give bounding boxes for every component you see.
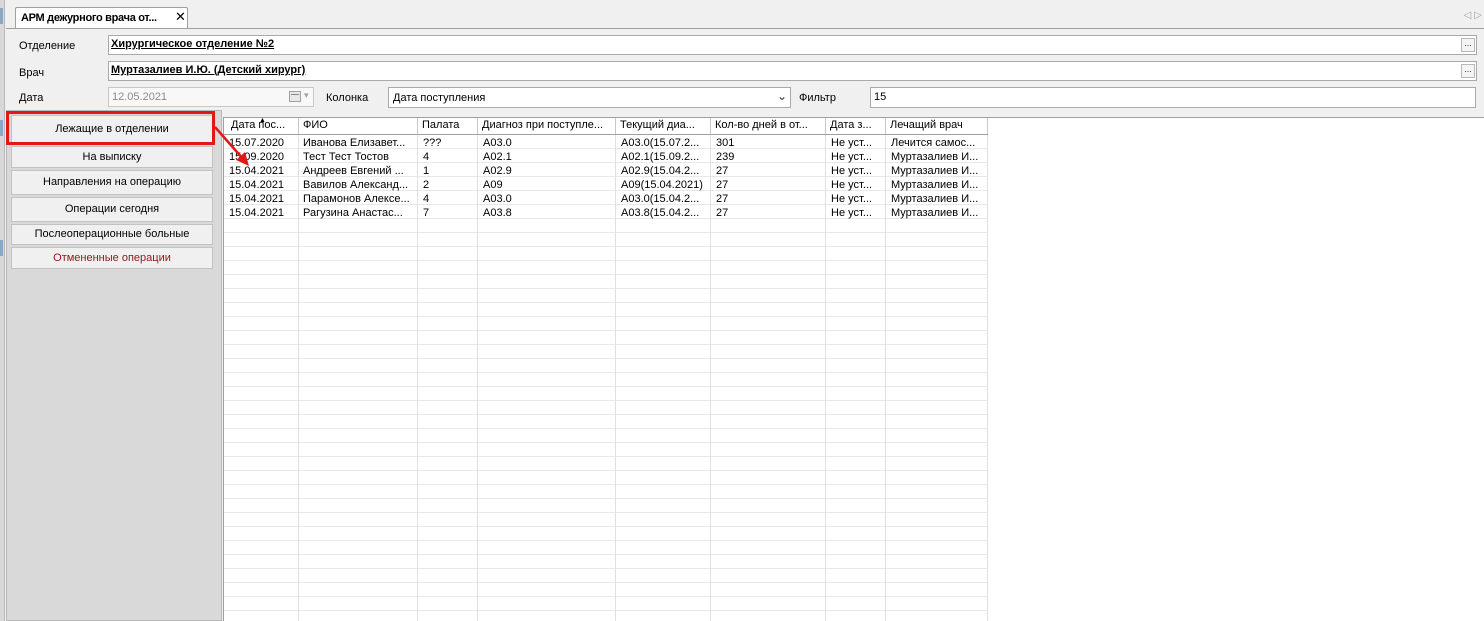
table-cell: ???	[423, 137, 442, 149]
filter-input[interactable]: 15	[870, 87, 1476, 108]
table-cell: 15.04.2021	[229, 207, 285, 219]
tab-title: АРМ дежурного врача от...	[21, 12, 157, 24]
table-cell: 239	[716, 151, 735, 163]
table-cell: 27	[716, 193, 729, 205]
sort-arrow-icon: ▲	[259, 117, 266, 124]
doctor-value: Муртазалиев И.Ю. (Детский хирург)	[111, 64, 306, 76]
table-cell: Иванова Елизавет...	[303, 137, 406, 149]
table-cell: Тест Тест Тостов	[303, 151, 389, 163]
calendar-icon[interactable]	[289, 91, 301, 102]
table-cell: Андреев Евгений ...	[303, 165, 404, 177]
table-cell: Парамонов Алексе...	[303, 193, 410, 205]
table-cell: A03.8	[483, 207, 512, 219]
table-cell: A03.0	[483, 137, 512, 149]
column-header-current-diagnosis[interactable]: Текущий диа...	[620, 119, 709, 134]
department-value: Хирургическое отделение №2	[111, 38, 275, 50]
table-cell: A03.8(15.04.2...	[621, 207, 700, 219]
table-cell: 27	[716, 179, 729, 191]
table-cell: Муртазалиев И...	[891, 193, 979, 205]
table-cell: Лечится самос...	[891, 137, 976, 149]
table-cell: 15.07.2020	[229, 137, 285, 149]
department-lookup-button[interactable]: ...	[1461, 38, 1475, 52]
table-cell: A03.0(15.07.2...	[621, 137, 700, 149]
table-cell: 4	[423, 193, 430, 205]
patients-grid[interactable]: Дата пос... ▲ ФИО Палата Диагноз при пос…	[223, 117, 1484, 621]
tab-bar: АРМ дежурного врача от... ✕ ◁ ▷	[6, 4, 1484, 29]
date-value: 12.05.2021	[112, 91, 168, 103]
table-cell: Не уст...	[831, 165, 872, 177]
table-cell: 27	[716, 165, 729, 177]
table-cell: A02.9(15.04.2...	[621, 165, 700, 177]
doctor-field[interactable]: Муртазалиев И.Ю. (Детский хирург) ...	[108, 61, 1477, 81]
filter-label: Фильтр	[799, 92, 836, 104]
table-cell: A02.1	[483, 151, 512, 163]
nav-button-inpatients[interactable]: Лежащие в отделении	[11, 115, 213, 144]
close-icon[interactable]: ✕	[175, 9, 186, 25]
table-cell: 301	[716, 137, 735, 149]
column-select-value: Дата поступления	[393, 92, 486, 104]
tab-duty-doctor[interactable]: АРМ дежурного врача от... ✕	[15, 7, 188, 28]
chevron-left-icon[interactable]: ◁	[1464, 10, 1472, 21]
nav-button-cancelled-surgeries[interactable]: Отмененные операции	[11, 247, 213, 269]
date-label: Дата	[19, 92, 44, 104]
table-cell: A03.0(15.04.2...	[621, 193, 700, 205]
table-cell: Не уст...	[831, 137, 872, 149]
department-label: Отделение	[19, 40, 76, 52]
nav-button-postop-patients[interactable]: Послеоперационные больные	[11, 224, 213, 245]
table-cell: Не уст...	[831, 193, 872, 205]
doctor-lookup-button[interactable]: ...	[1461, 64, 1475, 78]
table-cell: A03.0	[483, 193, 512, 205]
column-header-days-in-department[interactable]: Кол-во дней в от...	[715, 119, 824, 134]
tab-scroll-arrows[interactable]: ◁ ▷	[1461, 10, 1482, 21]
table-cell: 1	[423, 165, 430, 177]
table-cell: Не уст...	[831, 207, 872, 219]
table-cell: 2	[423, 179, 430, 191]
nav-button-surgery-referrals[interactable]: Направления на операцию	[11, 170, 213, 195]
table-cell: 4	[423, 151, 430, 163]
table-cell: Рагузина Анастас...	[303, 207, 403, 219]
chevron-right-icon[interactable]: ▷	[1474, 10, 1482, 21]
table-cell: 15.04.2021	[229, 193, 285, 205]
column-header-name[interactable]: ФИО	[303, 119, 415, 134]
nav-button-discharge[interactable]: На выписку	[11, 146, 213, 168]
column-label: Колонка	[326, 92, 369, 104]
table-cell: 15.04.2021	[229, 179, 285, 191]
department-field[interactable]: Хирургическое отделение №2 ...	[108, 35, 1477, 55]
table-cell: Муртазалиев И...	[891, 165, 979, 177]
table-cell: Вавилов Александ...	[303, 179, 409, 191]
nav-button-surgeries-today[interactable]: Операции сегодня	[11, 197, 213, 222]
table-cell: 7	[423, 207, 430, 219]
column-header-ward[interactable]: Палата	[422, 119, 476, 134]
table-cell: A02.9	[483, 165, 512, 177]
table-cell: A09	[483, 179, 503, 191]
doctor-label: Врач	[19, 67, 45, 79]
table-cell: Муртазалиев И...	[891, 207, 979, 219]
left-nav-panel: Лежащие в отделении На выписку Направлен…	[6, 110, 222, 621]
column-header-close-date[interactable]: Дата з...	[830, 119, 884, 134]
table-cell: 27	[716, 207, 729, 219]
table-cell: 15.04.2021	[229, 165, 285, 177]
column-header-admission-diagnosis[interactable]: Диагноз при поступле...	[482, 119, 614, 134]
chevron-down-icon[interactable]: ▾	[304, 90, 309, 101]
table-cell: A09(15.04.2021)	[621, 179, 703, 191]
left-edge-strip	[0, 0, 5, 621]
table-cell: Муртазалиев И...	[891, 179, 979, 191]
date-picker[interactable]: 12.05.2021 ▾	[108, 87, 314, 107]
table-cell: Муртазалиев И...	[891, 151, 979, 163]
column-header-attending-doctor[interactable]: Лечащий врач	[890, 119, 986, 134]
column-select[interactable]: Дата поступления ⌄	[388, 87, 791, 108]
table-cell: 15.09.2020	[229, 151, 285, 163]
filter-value: 15	[874, 91, 887, 103]
table-cell: Не уст...	[831, 151, 872, 163]
table-cell: Не уст...	[831, 179, 872, 191]
table-cell: A02.1(15.09.2...	[621, 151, 700, 163]
chevron-down-icon[interactable]: ⌄	[777, 89, 787, 103]
